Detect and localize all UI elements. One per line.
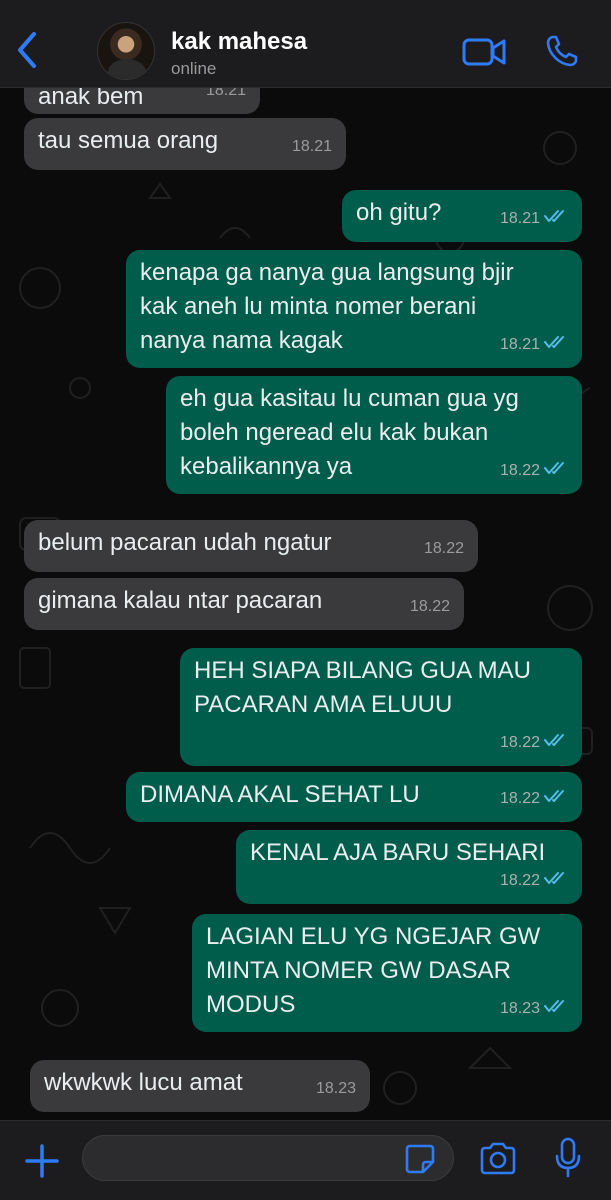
message-meta: 18.21	[292, 130, 332, 164]
chevron-left-icon[interactable]	[12, 30, 42, 70]
message-text: belum pacaran udah ngatur	[38, 529, 332, 556]
outgoing-message[interactable]: oh gitu? 18.21	[342, 190, 582, 242]
message-text: gimana kalau ntar pacaran	[38, 587, 323, 614]
message-time: 18.21	[499, 210, 540, 227]
message-time: 18.22	[499, 734, 540, 751]
chat-area[interactable]: anak bem 18.21 tau semua orang 18.21 oh gitu…	[0, 88, 611, 1120]
message-time: 18.22	[499, 462, 540, 479]
message-time: 18.23	[499, 1000, 540, 1017]
outgoing-message[interactable]: KENAL AJA BARU SEHARI 18.22	[236, 830, 582, 904]
double-check-icon	[544, 992, 568, 1026]
incoming-message[interactable]: gimana kalau ntar pacaran 18.22	[24, 578, 464, 630]
double-check-icon	[544, 864, 568, 898]
chat-header: kak mahesa online	[0, 0, 611, 88]
message-time: 18.22	[423, 540, 464, 557]
outgoing-message[interactable]: kenapa ga nanya gua langsung bjir kak an…	[126, 250, 582, 368]
message-time: 18.23	[315, 1080, 356, 1097]
message-time: 18.21	[205, 88, 246, 99]
plus-icon[interactable]	[22, 1141, 62, 1181]
message-meta: 18.21	[206, 88, 246, 108]
message-text: HEH SIAPA BILANG GUA MAU PACARAN AMA ELU…	[194, 657, 531, 718]
message-time: 18.21	[291, 138, 332, 155]
message-meta: 18.22	[410, 590, 450, 624]
incoming-message[interactable]: wkwkwk lucu amat 18.23	[30, 1060, 370, 1112]
double-check-icon	[544, 202, 568, 236]
message-meta: 18.22	[500, 726, 568, 760]
message-time: 18.21	[499, 336, 540, 353]
message-meta: 18.23	[500, 992, 568, 1026]
message-meta: 18.22	[424, 532, 464, 566]
outgoing-message[interactable]: eh gua kasitau lu cuman gua yg boleh nge…	[166, 376, 582, 494]
outgoing-message[interactable]: DIMANA AKAL SEHAT LU 18.22	[126, 772, 582, 822]
message-meta: 18.21	[500, 328, 568, 362]
camera-icon[interactable]	[478, 1141, 518, 1177]
message-meta: 18.22	[500, 454, 568, 488]
double-check-icon	[544, 454, 568, 488]
double-check-icon	[544, 328, 568, 362]
message-time: 18.22	[409, 598, 450, 615]
microphone-icon[interactable]	[553, 1137, 583, 1179]
outgoing-message[interactable]: LAGIAN ELU YG NGEJAR GW MINTA NOMER GW D…	[192, 914, 582, 1032]
message-text: tau semua orang	[38, 127, 219, 154]
message-time: 18.22	[499, 790, 540, 807]
double-check-icon	[544, 782, 568, 816]
message-time: 18.22	[499, 872, 540, 889]
double-check-icon	[544, 726, 568, 760]
message-meta: 18.22	[500, 864, 568, 898]
message-meta: 18.21	[500, 202, 568, 236]
message-input[interactable]	[82, 1135, 454, 1181]
composer-bar	[0, 1120, 611, 1200]
message-text: wkwkwk lucu amat	[44, 1069, 243, 1096]
incoming-message[interactable]: anak bem 18.21	[24, 88, 260, 114]
sticker-icon[interactable]	[404, 1143, 436, 1175]
avatar[interactable]	[97, 22, 155, 80]
message-meta: 18.23	[316, 1072, 356, 1106]
phone-icon[interactable]	[545, 34, 579, 68]
message-meta: 18.22	[500, 782, 568, 816]
incoming-message[interactable]: tau semua orang 18.21	[24, 118, 346, 170]
contact-name[interactable]: kak mahesa	[171, 28, 307, 56]
outgoing-message[interactable]: HEH SIAPA BILANG GUA MAU PACARAN AMA ELU…	[180, 648, 582, 766]
contact-status: online	[171, 59, 217, 78]
incoming-message[interactable]: belum pacaran udah ngatur 18.22	[24, 520, 478, 572]
video-camera-icon[interactable]	[462, 36, 506, 68]
